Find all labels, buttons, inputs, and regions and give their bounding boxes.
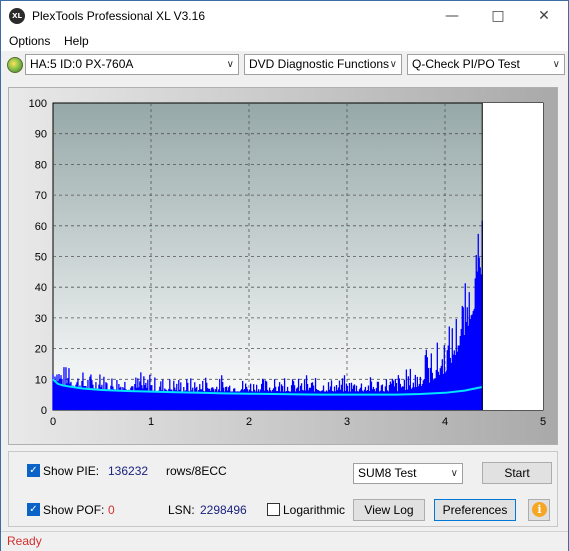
y-tick-label: 10 <box>35 374 47 386</box>
y-tick-label: 0 <box>41 405 47 417</box>
chart-panel: 0 10 20 30 40 50 60 70 80 90 100 0 1 2 3 4 5 <box>8 87 558 445</box>
pie-value: 136232 <box>108 464 149 478</box>
app-logo-icon: XL <box>9 8 25 24</box>
info-button[interactable]: i <box>528 499 550 521</box>
function-select-value: DVD Diagnostic Functions <box>249 57 390 71</box>
y-tick-label: 60 <box>35 221 47 233</box>
view-log-button-label: View Log <box>364 503 414 517</box>
chevron-down-icon: ∨ <box>226 59 234 70</box>
x-tick-label: 4 <box>442 416 448 428</box>
y-tick-label: 20 <box>35 344 47 356</box>
test-mode-select[interactable]: SUM8 Test ∨ <box>353 463 463 484</box>
toolbar: HA:5 ID:0 PX-760A ∨ DVD Diagnostic Funct… <box>1 53 568 79</box>
unscanned-area <box>482 103 543 410</box>
test-select[interactable]: Q-Check PI/PO Test ∨ <box>407 54 565 75</box>
pie-unit: rows/8ECC <box>166 464 227 478</box>
show-pie-label: Show PIE: <box>43 464 100 478</box>
y-tick-label: 70 <box>35 190 47 202</box>
y-tick-label: 80 <box>35 159 47 171</box>
preferences-button-label: Preferences <box>442 503 508 517</box>
logarithmic-label: Logarithmic <box>283 503 346 517</box>
drive-select-value: HA:5 ID:0 PX-760A <box>30 57 134 71</box>
chevron-down-icon: ∨ <box>552 59 560 70</box>
status-bar: Ready <box>1 531 568 551</box>
maximize-icon[interactable]: □ <box>475 1 521 31</box>
function-select[interactable]: DVD Diagnostic Functions ∨ <box>244 54 402 75</box>
show-pof-checkbox[interactable]: ✓ <box>27 503 40 516</box>
pi-po-chart: 0 10 20 30 40 50 60 70 80 90 100 0 1 2 3 4 5 <box>29 98 546 428</box>
y-tick-label: 30 <box>35 313 47 325</box>
start-button[interactable]: Start <box>482 462 552 484</box>
lsn-value: 2298496 <box>200 503 247 517</box>
window-title: PlexTools Professional XL V3.16 <box>32 9 205 23</box>
y-tick-label: 50 <box>35 252 47 264</box>
status-text: Ready <box>7 534 42 548</box>
view-log-button[interactable]: View Log <box>353 499 425 521</box>
title-bar: XL PlexTools Professional XL V3.16 — □ ✕ <box>1 1 568 31</box>
pof-value: 0 <box>108 503 115 517</box>
menu-bar: Options Help <box>1 31 568 51</box>
chevron-down-icon: ∨ <box>389 59 397 70</box>
test-select-value: Q-Check PI/PO Test <box>412 57 520 71</box>
app-window: XL PlexTools Professional XL V3.16 — □ ✕… <box>0 0 569 551</box>
minimize-icon[interactable]: — <box>429 1 475 31</box>
menu-options[interactable]: Options <box>9 34 50 48</box>
x-tick-label: 5 <box>540 416 546 428</box>
preferences-button[interactable]: Preferences <box>434 499 516 521</box>
control-panel: ✓ Show PIE: 136232 rows/8ECC SUM8 Test ∨… <box>8 451 558 527</box>
test-mode-value: SUM8 Test <box>358 466 417 480</box>
drive-select[interactable]: HA:5 ID:0 PX-760A ∨ <box>25 54 239 75</box>
x-tick-label: 0 <box>50 416 56 428</box>
x-tick-label: 3 <box>344 416 350 428</box>
lsn-label: LSN: <box>168 503 195 517</box>
y-tick-label: 100 <box>29 98 47 110</box>
close-icon[interactable]: ✕ <box>521 1 567 31</box>
y-tick-label: 40 <box>35 282 47 294</box>
start-button-label: Start <box>504 466 530 480</box>
show-pof-label: Show POF: <box>43 503 105 517</box>
logarithmic-checkbox[interactable] <box>267 503 280 516</box>
show-pie-checkbox[interactable]: ✓ <box>27 464 40 477</box>
chevron-down-icon: ∨ <box>450 468 458 479</box>
y-tick-label: 90 <box>35 129 47 141</box>
x-tick-label: 1 <box>148 416 154 428</box>
disc-drive-icon <box>7 57 23 73</box>
menu-help[interactable]: Help <box>64 34 89 48</box>
info-icon: i <box>532 502 547 517</box>
x-tick-label: 2 <box>246 416 252 428</box>
